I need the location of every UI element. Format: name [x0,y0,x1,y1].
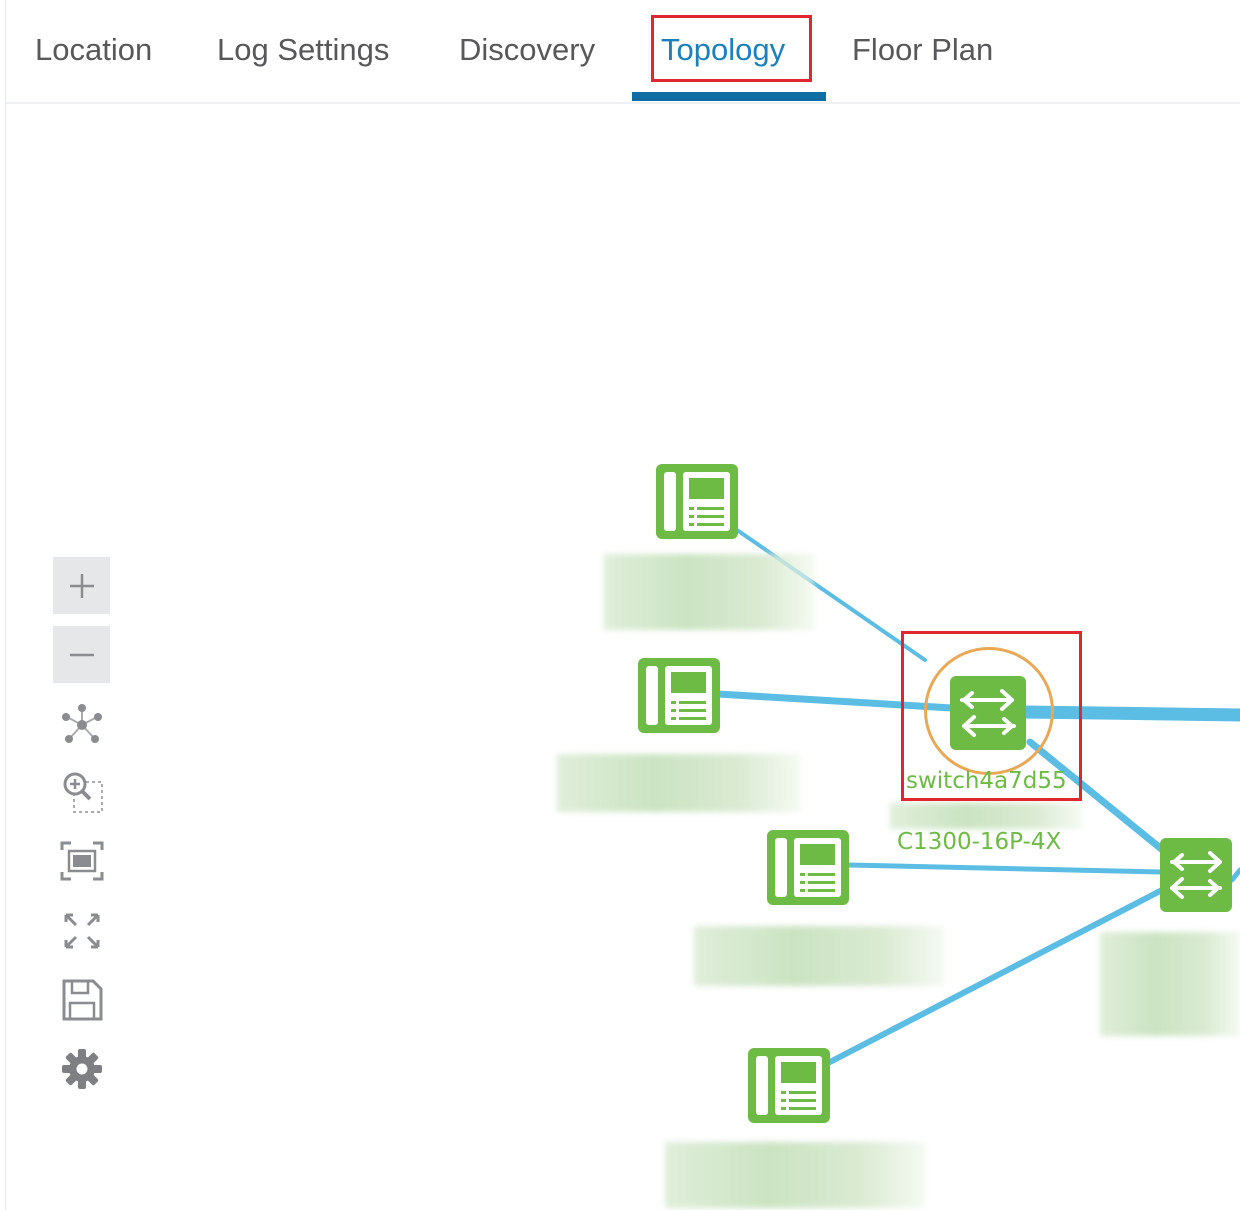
redacted-label [604,554,814,630]
topology-canvas: switch4a7d55 C1300-16P-4X [0,0,1240,1210]
redacted-label [694,926,944,986]
redacted-label [557,754,800,812]
ip-phone-node[interactable] [638,658,720,733]
redacted-label [1100,932,1240,1036]
switch-node[interactable] [1160,838,1232,912]
ip-phone-icon [756,1056,822,1115]
ip-phone-node[interactable] [748,1048,830,1123]
ip-phone-icon [646,666,712,725]
switch-node-highlight [901,631,1082,801]
ip-phone-icon [664,472,730,531]
switch-icon [1170,851,1222,899]
ip-phone-node[interactable] [767,830,849,905]
ip-phone-node[interactable] [656,464,738,539]
link-phone3-switch2 [845,862,1165,875]
redacted-label [665,1142,925,1208]
redacted-label [890,803,1082,829]
switch-model-label: C1300-16P-4X [897,829,1062,855]
link-switch2-out [1229,867,1240,883]
ip-phone-icon [775,838,841,897]
